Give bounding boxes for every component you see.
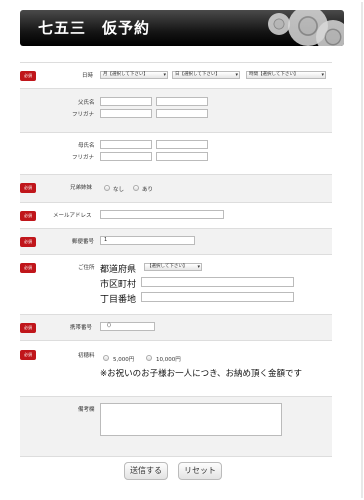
reservation-form: 必須 日時 月【選択して下さい】 日【選択して下さい】 時間【選択して下さい】 … <box>20 62 332 457</box>
date-row: 必須 日時 月【選択して下さい】 日【選択して下さい】 時間【選択して下さい】 <box>20 63 332 89</box>
required-badge: 必須 <box>20 183 36 193</box>
mother-kana-label: フリガナ <box>72 155 95 161</box>
prefecture-select[interactable]: 【選択して下さい】 <box>144 263 202 271</box>
mother-first-name-input[interactable] <box>156 140 208 149</box>
mother-last-name-input[interactable] <box>100 140 152 149</box>
required-badge: 必須 <box>20 263 36 273</box>
father-last-kana-input[interactable] <box>100 109 152 118</box>
mother-first-kana-input[interactable] <box>156 152 208 161</box>
fee-note: ※お祝いのお子様お一人につき、お納め頂く金額です <box>100 369 303 379</box>
email-row: 必須 メールアドレス <box>20 203 332 229</box>
day-select[interactable]: 日【選択して下さい】 <box>172 71 240 79</box>
scrollbar[interactable] <box>361 2 363 498</box>
fee-5000-label: 5,000円 <box>113 357 135 363</box>
postal-input[interactable]: 1 <box>100 236 195 245</box>
father-last-name-input[interactable] <box>100 97 152 106</box>
siblings-yes-radio[interactable] <box>133 185 139 191</box>
email-input[interactable] <box>100 210 224 219</box>
father-kana-label: フリガナ <box>72 112 95 118</box>
required-badge: 必須 <box>20 71 36 81</box>
prefecture-label: 都道府県 <box>100 265 137 275</box>
phone-row: 必須 携帯番号 （） <box>20 315 332 341</box>
siblings-none-radio[interactable] <box>104 185 110 191</box>
fee-10000-label: 10,000円 <box>156 357 181 363</box>
mother-name-label: 母氏名 <box>78 143 95 149</box>
remarks-row: 備考欄 <box>20 397 332 457</box>
month-select[interactable]: 月【選択して下さい】 <box>100 71 168 79</box>
street-input[interactable] <box>141 292 294 302</box>
date-label: 日時 <box>82 73 94 79</box>
phone-input[interactable]: （） <box>100 322 155 331</box>
time-select[interactable]: 時間【選択して下さい】 <box>246 71 326 79</box>
mother-name-row: 母氏名 フリガナ <box>20 133 332 175</box>
city-input[interactable] <box>141 277 294 287</box>
fee-10000-radio[interactable] <box>146 355 152 361</box>
required-badge: 必須 <box>20 323 36 333</box>
father-name-row: 父氏名 フリガナ <box>20 89 332 133</box>
fee-row: 必須 初穂料 5,000円 10,000円 ※お祝いのお子様お一人につき、お納め… <box>20 341 332 397</box>
siblings-none-label: なし <box>113 187 125 193</box>
postal-label: 郵便番号 <box>72 239 95 245</box>
page-header: 七五三 仮予約 <box>20 10 344 46</box>
remarks-textarea[interactable] <box>100 403 282 436</box>
address-label: ご住所 <box>78 265 95 271</box>
father-first-kana-input[interactable] <box>156 109 208 118</box>
phone-label: 携帯番号 <box>70 325 93 331</box>
email-label: メールアドレス <box>53 213 92 219</box>
siblings-label: 兄弟姉妹 <box>70 185 93 191</box>
address-row: 必須 ご住所 都道府県 【選択して下さい】 市区町村 丁目番地 <box>20 255 332 315</box>
fee-5000-radio[interactable] <box>103 355 109 361</box>
street-label: 丁目番地 <box>100 295 137 305</box>
page-title: 七五三 仮予約 <box>38 19 151 37</box>
mother-last-kana-input[interactable] <box>100 152 152 161</box>
father-first-name-input[interactable] <box>156 97 208 106</box>
crest-icon <box>316 20 344 46</box>
crest-icon <box>268 13 290 35</box>
fee-label: 初穂料 <box>78 353 95 359</box>
father-name-label: 父氏名 <box>78 100 95 106</box>
postal-row: 必須 郵便番号 1 <box>20 229 332 255</box>
remarks-label: 備考欄 <box>78 407 95 413</box>
city-label: 市区町村 <box>100 280 137 290</box>
submit-button[interactable]: 送信する <box>124 462 168 480</box>
required-badge: 必須 <box>20 350 36 360</box>
siblings-row: 必須 兄弟姉妹 なし あり <box>20 175 332 203</box>
reset-button[interactable]: リセット <box>178 462 222 480</box>
siblings-yes-label: あり <box>142 187 154 193</box>
required-badge: 必須 <box>20 237 36 247</box>
required-badge: 必須 <box>20 211 36 221</box>
